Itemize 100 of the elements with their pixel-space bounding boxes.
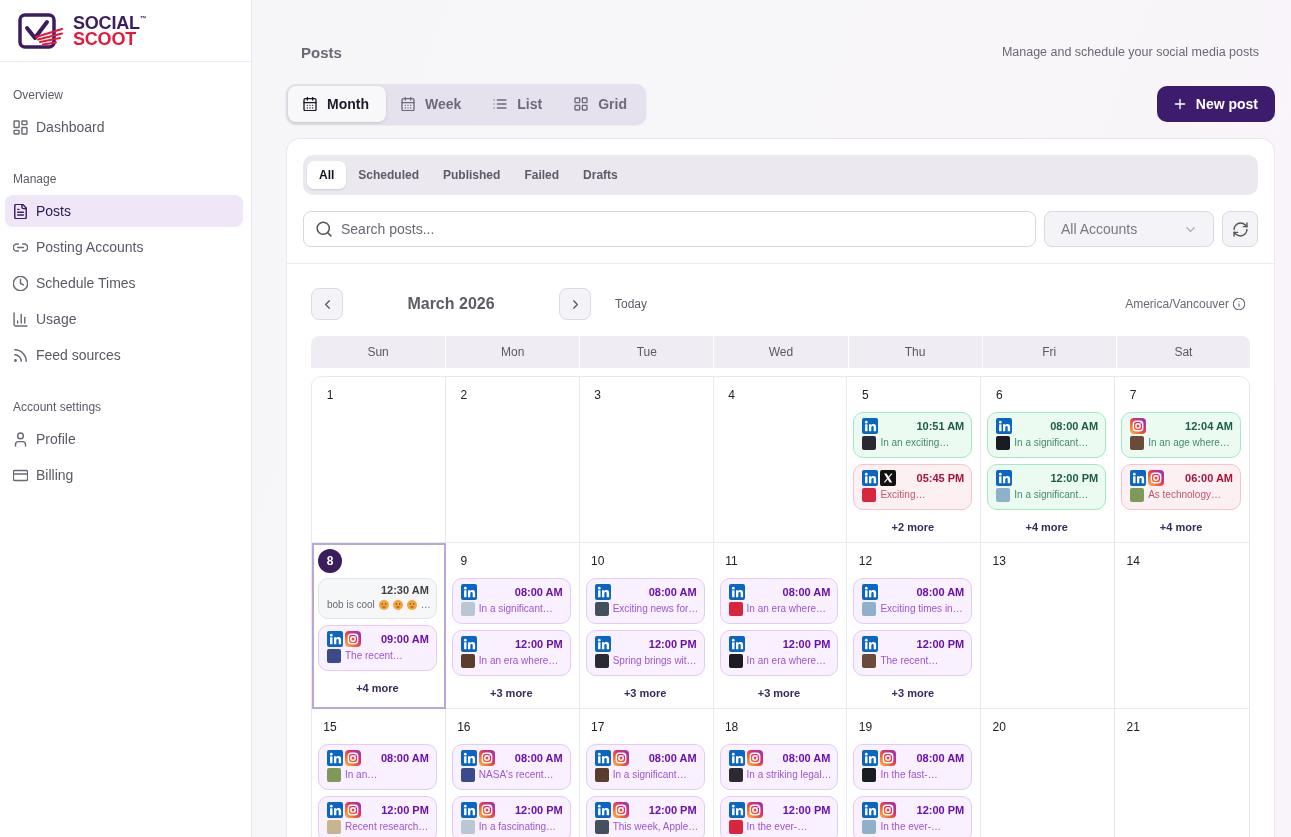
post-card[interactable]: 12:00 PM The recent…	[853, 630, 973, 676]
sidebar-item[interactable]: Dashboard	[5, 111, 243, 143]
day-cell[interactable]: 7 12:04 AM In an age where… 06:00 AM As technology… +4 more	[1115, 377, 1249, 543]
page-subtitle: Manage and schedule your social media posts	[1001, 45, 1259, 59]
post-card[interactable]: 08:00 AM In a striking legal…	[719, 744, 839, 790]
sidebar-item[interactable]: Billing	[5, 459, 243, 491]
view-tab[interactable]: Week	[386, 86, 479, 122]
previous-month-button[interactable]	[311, 288, 343, 320]
clock-icon	[13, 275, 28, 291]
post-card[interactable]: 08:00 AM In the fast-…	[853, 744, 973, 790]
logo-icon	[18, 11, 64, 50]
face-emoji-icon	[406, 600, 417, 610]
post-card[interactable]: 12:00 PM In an era where…	[719, 630, 839, 676]
more-posts-link[interactable]: +3 more	[885, 683, 941, 702]
account-dropdown[interactable]: All Accounts	[1044, 211, 1214, 247]
post-card[interactable]: 08:00 AM In a significant…	[451, 578, 571, 624]
post-excerpt: Exciting times in…	[880, 603, 963, 615]
day-cell[interactable]: 17 08:00 AM In a significant… 12:00 PM This week, Apple…	[579, 709, 714, 837]
day-cell[interactable]: 19 08:00 AM In the fast-… 12:00 PM In the ever-…	[847, 709, 982, 837]
post-card[interactable]: 06:00 AM As technology…	[1121, 464, 1241, 510]
status-tab[interactable]: Scheduled	[346, 161, 432, 189]
sidebar-item[interactable]: Posts	[5, 195, 243, 227]
day-cell[interactable]: 10 08:00 AM Exciting news for… 12:00 PM Spring brings wit… +3 more	[579, 543, 714, 709]
new-post-button[interactable]: New post	[1156, 86, 1275, 122]
more-posts-link[interactable]: +4 more	[1153, 517, 1209, 536]
more-posts-link[interactable]: +3 more	[484, 683, 539, 702]
more-posts-link[interactable]: +3 more	[751, 683, 807, 702]
instagram-icon	[345, 750, 361, 766]
day-cell[interactable]: 4	[713, 377, 848, 543]
post-card[interactable]: 05:45 PM Exciting…	[853, 464, 973, 510]
more-posts-link[interactable]: +4 more	[1019, 517, 1074, 536]
refresh-button[interactable]	[1222, 211, 1258, 247]
post-card[interactable]: 08:00 AM In an era where…	[719, 578, 839, 624]
day-cell[interactable]: 14	[1115, 543, 1249, 709]
post-card[interactable]: 12:00 PM In a significant…	[987, 464, 1107, 510]
post-card[interactable]: 12:00 PM Recent research…	[318, 796, 437, 837]
day-cell[interactable]: 2	[445, 377, 580, 543]
post-card[interactable]: 12:30 AM bob is cool …	[318, 578, 437, 619]
linkedin-icon	[862, 750, 879, 766]
day-cell[interactable]: 5 10:51 AM In an exciting… 05:45 PM Exciting… +2 more	[847, 377, 982, 543]
day-cell[interactable]: 18 08:00 AM In a striking legal… 12:00 PM In the ever-…	[713, 709, 848, 837]
day-cell[interactable]: 11 08:00 AM In an era where… 12:00 PM In an era where… +3 more	[713, 543, 848, 709]
day-cell[interactable]: 3	[579, 377, 714, 543]
day-cell[interactable]: 8 12:30 AM bob is cool … 09:00 AM The recent… +4 more	[312, 543, 446, 709]
today-button[interactable]: Today	[615, 297, 648, 311]
post-card[interactable]: 08:00 AM In a significant…	[987, 412, 1107, 458]
view-tab[interactable]: List	[478, 86, 560, 122]
post-card[interactable]: 12:04 AM In an age where…	[1121, 412, 1241, 458]
post-card[interactable]: 12:00 PM In the ever-…	[719, 796, 839, 837]
day-cell[interactable]: 6 08:00 AM In a significant… 12:00 PM In a significant… +4 more	[981, 377, 1116, 543]
post-card[interactable]: 12:00 PM In a fascinating…	[451, 796, 571, 837]
post-card[interactable]: 12:00 PM This week, Apple…	[585, 796, 705, 837]
status-tab[interactable]: Failed	[512, 161, 572, 189]
day-cell[interactable]: 20	[981, 709, 1116, 837]
more-posts-link[interactable]: +3 more	[617, 683, 673, 702]
day-cell[interactable]: 12 08:00 AM Exciting times in… 12:00 PM The recent… +3 more	[847, 543, 982, 709]
view-tab[interactable]: Month	[288, 86, 386, 122]
status-tab[interactable]: All	[307, 161, 347, 189]
more-posts-link[interactable]: +2 more	[885, 517, 941, 536]
next-month-button[interactable]	[559, 288, 591, 320]
day-cell[interactable]: 21	[1115, 709, 1249, 837]
post-card[interactable]: 12:00 PM Spring brings wit…	[585, 630, 705, 676]
day-cell[interactable]: 9 08:00 AM In a significant… 12:00 PM In an era where… +3 more	[445, 543, 580, 709]
sidebar-item[interactable]: Posting Accounts	[5, 231, 243, 263]
post-card[interactable]: 08:00 AM Exciting times in…	[853, 578, 973, 624]
weekday-label: Sun	[366, 344, 390, 361]
search-field[interactable]: Search posts...	[303, 211, 1036, 247]
day-cell[interactable]: 16 08:00 AM NASA's recent… 12:00 PM In a fascinating…	[445, 709, 580, 837]
sidebar-item[interactable]: Usage	[5, 303, 243, 335]
day-number: 15	[322, 719, 338, 736]
day-cell[interactable]: 13	[981, 543, 1116, 709]
status-tab[interactable]: Published	[431, 161, 513, 189]
sidebar-item[interactable]: Feed sources	[5, 339, 243, 371]
sidebar-item[interactable]: Schedule Times	[5, 267, 243, 299]
day-cell[interactable]: 15 08:00 AM In an… 12:00 PM Recent research…	[312, 709, 446, 837]
weekday-label: Sat	[1115, 336, 1250, 368]
post-excerpt: In a fascinating…	[478, 821, 557, 833]
post-card[interactable]: 08:00 AM In a significant…	[585, 744, 705, 790]
linkedin-icon	[594, 584, 611, 600]
post-card[interactable]: 09:00 AM The recent…	[318, 625, 437, 671]
post-card[interactable]: 12:00 PM In an era where…	[451, 630, 571, 676]
timezone-label: America/Vancouver	[1125, 297, 1229, 311]
linkedin-icon	[862, 470, 879, 486]
post-card[interactable]: 08:00 AM Exciting news for…	[585, 578, 705, 624]
post-card[interactable]: 10:51 AM In an exciting…	[853, 412, 973, 458]
post-card[interactable]: 08:00 AM In an…	[318, 744, 437, 790]
more-posts-link[interactable]: +4 more	[350, 678, 405, 698]
day-cell[interactable]: 1	[312, 377, 446, 543]
post-time: 08:00 AM	[648, 751, 697, 765]
post-card[interactable]: 08:00 AM NASA's recent…	[451, 744, 571, 790]
view-tab[interactable]: Grid	[559, 86, 644, 122]
status-tab[interactable]: Drafts	[571, 161, 630, 189]
day-number: 20	[991, 719, 1007, 736]
day-number: 17	[590, 719, 606, 736]
linkedin-icon	[594, 802, 611, 818]
layout-grid-icon	[13, 119, 28, 135]
post-excerpt: In a significant…	[1014, 437, 1089, 449]
sidebar-item[interactable]: Profile	[5, 423, 243, 455]
post-card[interactable]: 12:00 PM In the ever-…	[853, 796, 973, 837]
post-excerpt: NASA's recent…	[478, 769, 554, 781]
